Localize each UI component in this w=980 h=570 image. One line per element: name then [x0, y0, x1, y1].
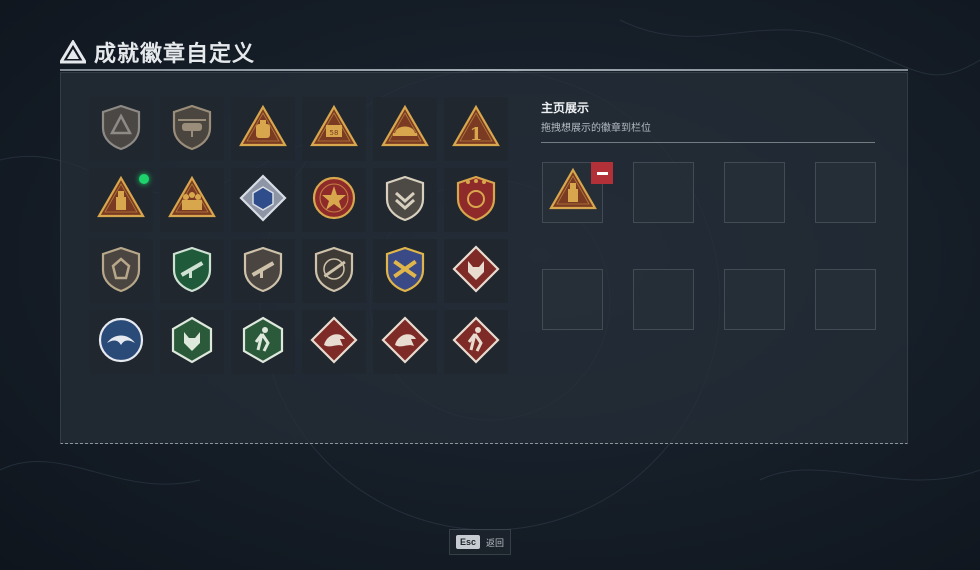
minus-icon [596, 171, 608, 175]
badge-cell[interactable] [373, 97, 437, 161]
back-label: 返回 [486, 538, 505, 549]
blue-cube-diamond-icon [238, 173, 288, 228]
badge-cell[interactable] [444, 310, 508, 374]
green-rifle-shield-icon [167, 244, 217, 299]
showcase-slot-empty[interactable] [633, 269, 694, 330]
green-runner-hexagon-icon [238, 315, 288, 370]
badge-cell[interactable] [444, 239, 508, 303]
green-wolf-hexagon-icon [167, 315, 217, 370]
sniper-shield-icon [309, 244, 359, 299]
ammo-triangle-icon [548, 165, 598, 220]
badge-cell[interactable] [231, 97, 295, 161]
showcase-slots [542, 162, 876, 330]
badge-cell[interactable] [373, 239, 437, 303]
badge-cell[interactable] [444, 168, 508, 232]
badge-cell[interactable] [160, 97, 224, 161]
beast-shield-icon [96, 244, 146, 299]
badge-cell[interactable]: 58 [302, 97, 366, 161]
badge-cell[interactable]: 1 [444, 97, 508, 161]
badge-cell[interactable] [302, 310, 366, 374]
showcase-divider [541, 142, 875, 143]
badge-cell[interactable] [160, 310, 224, 374]
badge-panel: 58 1 主页展示 拖拽想展示的徽章到栏位 [60, 72, 908, 444]
badge-cell[interactable] [160, 239, 224, 303]
badge-cell[interactable] [89, 310, 153, 374]
badge-cell[interactable] [373, 168, 437, 232]
crate-58-triangle-icon: 58 [309, 102, 359, 157]
badge-cell[interactable] [231, 239, 295, 303]
showcase-slot-empty[interactable] [542, 269, 603, 330]
runner-diamond-icon [451, 315, 501, 370]
badge-cell[interactable] [89, 97, 153, 161]
wolf-diamond-icon [451, 244, 501, 299]
header-divider [60, 69, 908, 71]
svg-text:58: 58 [330, 129, 339, 137]
helmet-triangle-icon [380, 102, 430, 157]
stars-shield-icon [451, 173, 501, 228]
badge-cell[interactable] [302, 239, 366, 303]
showcase-slot-filled[interactable] [542, 162, 613, 223]
back-button[interactable]: Esc 返回 [449, 529, 512, 555]
dragon-diamond-icon [309, 315, 359, 370]
remove-badge-button[interactable] [591, 162, 613, 184]
shield-triangle-icon [96, 102, 146, 157]
badge-cell[interactable] [160, 168, 224, 232]
badge-grid: 58 1 [89, 97, 508, 374]
showcase-slot-empty[interactable] [724, 162, 785, 223]
esc-key-icon: Esc [456, 535, 481, 549]
page-header: 成就徽章自定义 [60, 36, 255, 68]
rifle-shield-icon [238, 244, 288, 299]
showcase-description: 拖拽想展示的徽章到栏位 [541, 123, 651, 134]
crossed-rifles-shield-icon [380, 244, 430, 299]
homepage-showcase: 主页展示 拖拽想展示的徽章到栏位 [541, 99, 875, 143]
dragon-diamond-2-icon [380, 315, 430, 370]
bag-triangle-icon [238, 102, 288, 157]
helicopter-shield-icon [167, 102, 217, 157]
soldiers-triangle-icon [167, 173, 217, 228]
showcase-title: 主页展示 [541, 101, 590, 115]
showcase-slot-empty[interactable] [815, 162, 876, 223]
star-medal-icon [309, 173, 359, 228]
badge-cell[interactable] [373, 310, 437, 374]
showcase-slot-empty[interactable] [633, 162, 694, 223]
new-indicator-dot [139, 174, 149, 184]
svg-text:1: 1 [470, 124, 483, 145]
chevron-shield-icon [380, 173, 430, 228]
showcase-slot-empty[interactable] [724, 269, 785, 330]
page-title: 成就徽章自定义 [94, 42, 256, 67]
badge-cell[interactable] [302, 168, 366, 232]
badge-cell[interactable] [231, 310, 295, 374]
showcase-slot-empty[interactable] [815, 269, 876, 330]
number-one-triangle-icon: 1 [451, 102, 501, 157]
badge-cell[interactable] [89, 239, 153, 303]
eagle-circle-icon [96, 315, 146, 370]
triangle-logo-icon [60, 40, 86, 64]
badge-cell[interactable] [89, 168, 153, 232]
badge-cell[interactable] [231, 168, 295, 232]
